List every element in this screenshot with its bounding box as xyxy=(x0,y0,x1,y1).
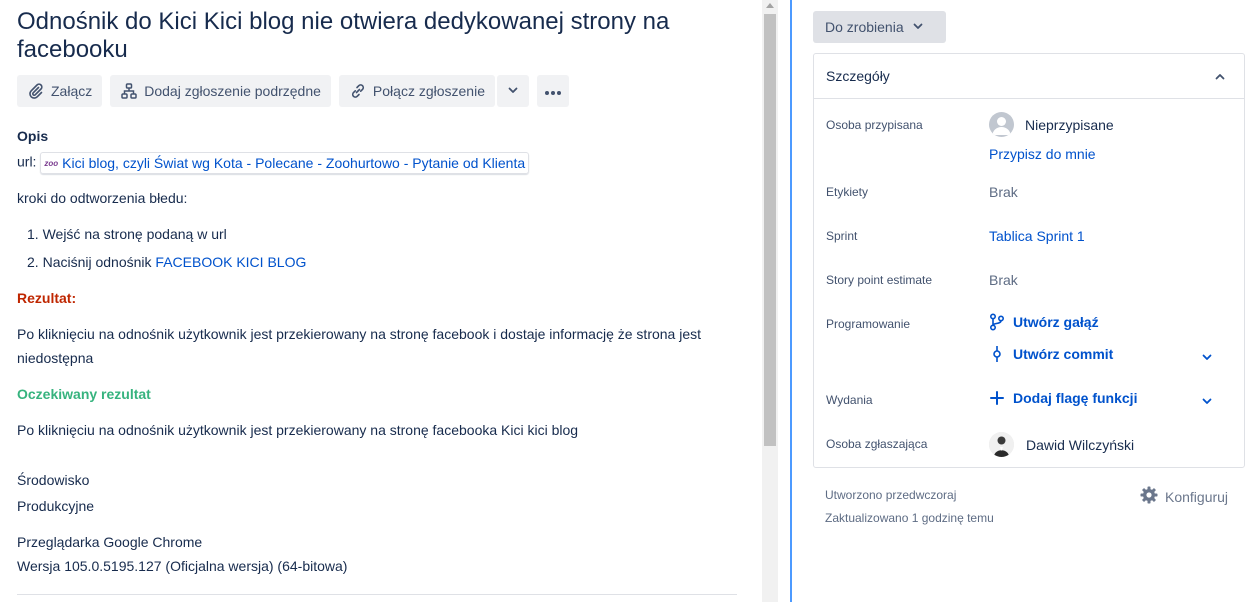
add-feature-flag-button[interactable]: Dodaj flagę funkcji xyxy=(989,390,1137,406)
assignee-value: Nieprzypisane xyxy=(1025,116,1114,133)
labels-value[interactable]: Brak xyxy=(989,184,1018,200)
avatar xyxy=(989,432,1014,457)
sprint-label: Sprint xyxy=(826,229,858,243)
updated-timestamp: Zaktualizowano 1 godzinę temu xyxy=(825,511,994,525)
scroll-up-arrow-icon[interactable] xyxy=(766,3,774,8)
url-prefix: url: xyxy=(17,153,37,170)
zoohurtowo-icon: zoo xyxy=(44,158,59,168)
step-text: Wejść na stronę podaną w url xyxy=(42,226,227,242)
add-feature-flag-label: Dodaj flagę funkcji xyxy=(1013,390,1138,406)
development-label: Programowanie xyxy=(826,317,911,331)
create-branch-button[interactable]: Utwórz gałąź xyxy=(989,313,1099,331)
configure-button[interactable]: Konfiguruj xyxy=(1140,486,1228,507)
more-actions-button[interactable] xyxy=(536,75,569,107)
add-child-issue-button[interactable]: Dodaj zgłoszenie podrzędne xyxy=(110,75,331,107)
story-points-value[interactable]: Brak xyxy=(989,272,1018,288)
result-heading: Rezultat: xyxy=(17,290,77,306)
environment-heading: Środowisko xyxy=(17,472,90,488)
scrollbar-thumb[interactable] xyxy=(764,14,776,446)
details-panel: Szczegóły Osoba przypisana Nieprzypisane… xyxy=(813,53,1245,468)
add-child-issue-label: Dodaj zgłoszenie podrzędne xyxy=(144,83,321,99)
assignee-label: Osoba przypisana xyxy=(826,118,923,132)
description-heading: Opis xyxy=(17,128,49,144)
assign-to-me-link[interactable]: Przypisz do mnie xyxy=(989,146,1096,162)
result-text: niedostępna xyxy=(17,350,94,366)
expected-text: Po kliknięciu na odnośnik użytkownik jes… xyxy=(17,422,579,438)
details-title: Szczegóły xyxy=(826,68,890,84)
browser-version-text: Wersja 105.0.5195.127 (Oficjalna wersja)… xyxy=(17,558,348,574)
created-timestamp: Utworzono przedwczoraj xyxy=(825,488,957,502)
paperclip-icon xyxy=(27,82,45,100)
issue-title[interactable]: Odnośnik do Kici Kici blog nie otwiera d… xyxy=(17,8,737,64)
create-commit-label: Utwórz commit xyxy=(1013,346,1114,362)
facebook-link[interactable]: FACEBOOK KICI BLOG xyxy=(155,254,306,270)
reporter-value: Dawid Wilczyński xyxy=(1026,436,1135,453)
configure-label: Konfiguruj xyxy=(1165,488,1229,505)
list-item: 2. Naciśnij odnośnik FACEBOOK KICI BLOG xyxy=(27,254,306,270)
status-dropdown-button[interactable]: Do zrobienia xyxy=(813,11,946,43)
releases-label: Wydania xyxy=(826,393,873,407)
link-icon xyxy=(349,82,367,100)
commit-icon xyxy=(989,346,1005,362)
labels-label: Etykiety xyxy=(826,185,869,199)
smart-link-card[interactable]: zoo Kici blog, czyli Świat wg Kota - Pol… xyxy=(40,152,530,174)
reporter-field[interactable]: Dawid Wilczyński xyxy=(989,432,1134,457)
avatar-placeholder-icon xyxy=(989,112,1014,137)
issue-toolbar: Załącz Dodaj zgłoszenie podrzędne Połącz… xyxy=(17,75,569,107)
create-commit-button[interactable]: Utwórz commit xyxy=(989,346,1113,362)
link-issue-dropdown-button[interactable] xyxy=(496,75,529,107)
panel-resize-handle[interactable] xyxy=(790,0,792,602)
section-divider xyxy=(17,594,737,595)
assignee-field[interactable]: Nieprzypisane xyxy=(989,112,1114,137)
step-text: Naciśnij odnośnik xyxy=(42,254,152,270)
expected-heading: Oczekiwany rezultat xyxy=(17,386,151,402)
chevron-down-icon xyxy=(507,83,519,99)
link-issue-button[interactable]: Połącz zgłoszenie xyxy=(338,75,495,107)
url-line: url: zoo Kici blog, czyli Świat wg Kota … xyxy=(17,152,530,174)
smart-link-title: Kici blog, czyli Świat wg Kota - Polecan… xyxy=(62,155,526,171)
hierarchy-icon xyxy=(120,82,138,100)
create-branch-label: Utwórz gałąź xyxy=(1013,314,1099,330)
list-item: 1. Wejść na stronę podaną w url xyxy=(27,226,227,242)
environment-value: Produkcyjne xyxy=(17,498,95,514)
result-text: Po kliknięciu na odnośnik użytkownik jes… xyxy=(17,326,702,342)
more-icon xyxy=(544,83,562,99)
status-label: Do zrobienia xyxy=(825,19,904,35)
issue-main-panel: Odnośnik do Kici Kici blog nie otwiera d… xyxy=(0,0,762,602)
sprint-link[interactable]: Tablica Sprint 1 xyxy=(989,228,1085,244)
chevron-down-icon[interactable] xyxy=(1201,394,1213,412)
browser-text: Przeglądarka Google Chrome xyxy=(17,534,203,550)
reporter-label: Osoba zgłaszająca xyxy=(826,437,928,451)
attach-button[interactable]: Załącz xyxy=(17,75,103,107)
plus-icon xyxy=(989,390,1005,406)
list-number: 1. xyxy=(27,226,39,242)
branch-icon xyxy=(989,313,1005,331)
chevron-up-icon[interactable] xyxy=(1214,70,1226,88)
details-header[interactable]: Szczegóły xyxy=(814,54,1244,99)
link-issue-label: Połącz zgłoszenie xyxy=(372,83,485,99)
attach-label: Załącz xyxy=(51,83,93,99)
gear-icon xyxy=(1140,486,1158,507)
steps-intro: kroki do odtworzenia błedu: xyxy=(17,190,188,206)
chevron-down-icon[interactable] xyxy=(1201,350,1213,368)
story-points-label: Story point estimate xyxy=(826,273,933,287)
list-number: 2. xyxy=(27,254,39,270)
chevron-down-icon xyxy=(912,19,924,35)
